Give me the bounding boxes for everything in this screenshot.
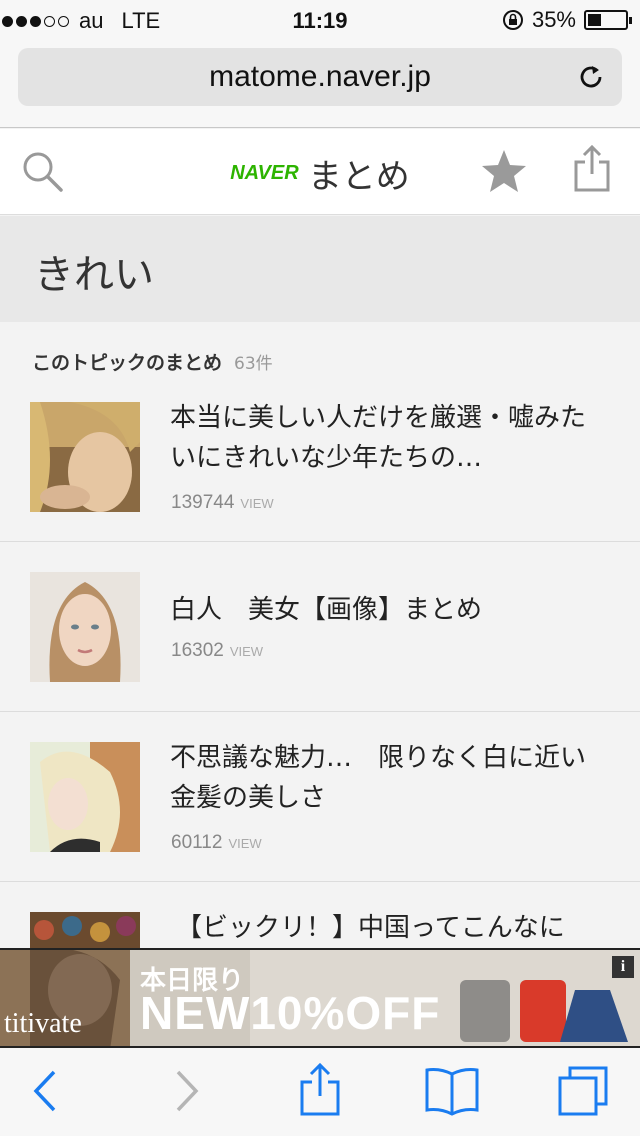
back-icon[interactable] [28,1066,64,1116]
reload-icon[interactable] [576,62,606,92]
browser-address-area: matome.naver.jp [0,40,640,128]
topic-title: きれい [34,252,154,298]
battery-fill [588,14,601,26]
section-label: このトピックのまとめ [32,352,223,374]
share-icon[interactable] [298,1062,342,1118]
orientation-lock-icon [502,10,523,30]
naver-brand: NAVER [230,162,299,184]
ad-banner[interactable]: 本日限り NEW10%OFF titivate i [0,948,640,1048]
address-bar[interactable]: matome.naver.jp [18,48,622,106]
browser-toolbar [0,1048,640,1136]
item-title[interactable]: 白人 美女【画像】まとめ [170,590,610,630]
site-logo[interactable]: NAVER まとめ [0,149,640,198]
item-title[interactable]: 【ビックリ！】中国ってこんなに [176,908,616,948]
status-bar: au LTE 11:19 35% [0,0,640,40]
forward-icon[interactable] [168,1066,204,1116]
topic-header: きれい [0,216,640,322]
view-count: 60112 [171,832,223,853]
thumbnail-image [30,572,140,682]
item-title[interactable]: 本当に美しい人だけを厳選・嘘みたいにきれいな少年たちの… [170,398,610,478]
list-item[interactable]: 不思議な魅力… 限りなく白に近い金髪の美しさ 60112 VIEW [0,712,640,882]
section-count: 63件 [234,354,273,374]
tabs-icon[interactable] [556,1064,610,1118]
thumbnail-image [30,402,140,512]
ad-brand: titivate [4,1008,82,1039]
thumbnail-image [30,742,140,852]
battery-percent: 35% [531,7,576,32]
bookmarks-icon[interactable] [424,1066,480,1116]
item-views: 60112 VIEW [171,832,262,854]
view-unit: VIEW [229,644,264,659]
view-unit: VIEW [228,836,262,851]
thumbnail-image [30,912,140,948]
star-icon[interactable] [480,147,528,195]
list-item[interactable]: 白人 美女【画像】まとめ 16302 VIEW [0,542,640,712]
item-views: 139744 VIEW [171,492,274,514]
ad-offer: NEW10%OFF [140,987,441,1039]
share-icon[interactable] [572,144,612,194]
battery-icon [584,10,632,30]
section-heading: このトピックのまとめ 63件 [32,348,273,375]
ad-info-icon[interactable]: i [612,956,634,978]
site-header: NAVER まとめ [0,129,640,215]
list-item[interactable]: 本当に美しい人だけを厳選・嘘みたいにきれいな少年たちの… 139744 VIEW [0,372,640,542]
item-title[interactable]: 不思議な魅力… 限りなく白に近い金髪の美しさ [170,738,610,818]
view-count: 16302 [171,640,224,661]
view-unit: VIEW [240,496,274,511]
site-title: まとめ [307,157,410,197]
url-text: matome.naver.jp [209,60,431,93]
view-count: 139744 [171,492,235,513]
item-views: 16302 VIEW [171,640,263,662]
